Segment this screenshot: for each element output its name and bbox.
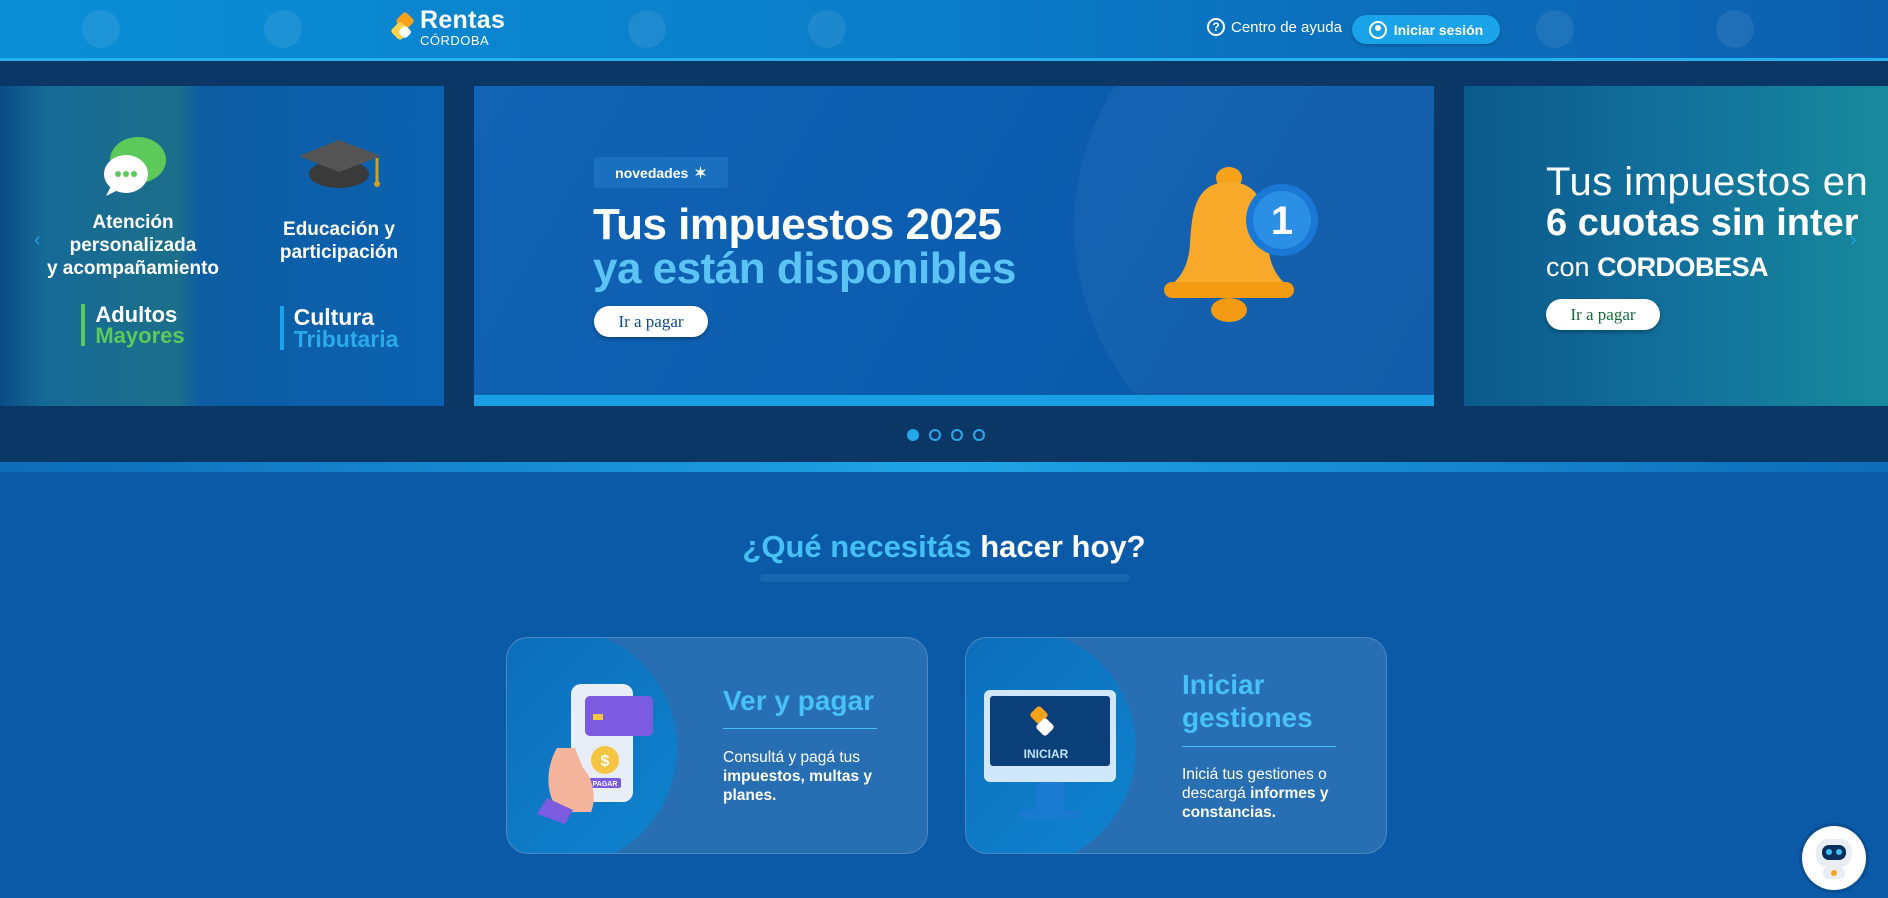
next-slide-line2: 6 cuotas sin inter [1546, 202, 1859, 244]
robot-assistant-icon [1816, 839, 1852, 879]
svg-text:INICIAR: INICIAR [1024, 747, 1069, 761]
user-circle-icon [1368, 20, 1387, 39]
card-title-underline [1182, 746, 1336, 747]
card-title: Iniciar gestiones [1182, 669, 1313, 733]
card-title-underline [723, 728, 877, 729]
chat-bubbles-icon [104, 137, 166, 196]
decor-circle [1536, 10, 1574, 48]
carousel-bottom-bar [0, 462, 1888, 472]
site-header: Rentas CÓRDOBA ? Centro de ayuda Iniciar… [0, 0, 1888, 61]
question-circle-icon: ? [1207, 18, 1225, 36]
cultura-tributaria-logo: Cultura Tributaria [279, 306, 398, 351]
slide-pay-button[interactable]: Ir a pagar [594, 306, 708, 337]
party-popper-icon: ✶ [694, 164, 707, 182]
ver-y-pagar-card[interactable]: $ PAGAR Ver y pagar Consultá y pagá tus … [506, 637, 928, 854]
login-button[interactable]: Iniciar sesión [1352, 15, 1500, 44]
adultos-mayores-logo: Adultos Mayores [81, 304, 185, 347]
chatbot-button[interactable] [1802, 826, 1866, 890]
carousel-slide-active[interactable]: novedades ✶ Tus impuestos 2025 ya están … [474, 86, 1434, 406]
card-title: Ver y pagar [723, 685, 874, 716]
phone-payment-icon: $ PAGAR [537, 684, 653, 824]
education-title: Educación y participación [279, 219, 399, 263]
help-center-label: Centro de ayuda [1231, 18, 1342, 36]
decor-circle [1716, 10, 1754, 48]
carousel-pagination [907, 429, 985, 441]
slide-progress-bar [474, 395, 1434, 406]
carousel-dot-4[interactable] [973, 429, 985, 441]
decor-circle [628, 10, 666, 48]
attention-title: Atención personalizada y acompañamiento [46, 212, 220, 279]
carousel-dot-2[interactable] [929, 429, 941, 441]
card-description: Iniciá tus gestiones o descargá informes… [1182, 766, 1329, 821]
carousel-dot-1[interactable] [907, 429, 919, 441]
next-slide-line1: Tus impuestos en [1546, 160, 1869, 204]
chevron-right-icon[interactable]: › [1850, 229, 1857, 252]
novedades-badge: novedades ✶ [594, 157, 728, 188]
logo-title: Rentas [420, 6, 506, 34]
next-slide-pay-button[interactable]: Ir a pagar [1546, 299, 1660, 330]
slide-title-line2: ya están disponibles [593, 244, 1016, 293]
cordobesa-logo: CORDOBESA [1597, 252, 1769, 282]
education-column: Educación y participación Cultura Tribut… [236, 86, 442, 406]
next-slide-line3: con CORDOBESA [1546, 252, 1769, 282]
notification-bell-icon: 1 [1164, 167, 1318, 322]
site-logo[interactable]: Rentas CÓRDOBA [390, 6, 506, 48]
carousel-slide-prev[interactable]: ‹ Atención personalizada y acompañamient… [0, 86, 444, 406]
svg-text:1: 1 [1271, 199, 1293, 243]
login-label: Iniciar sesión [1393, 21, 1484, 38]
decor-circle [808, 10, 846, 48]
help-center-link[interactable]: ? Centro de ayuda [1207, 18, 1342, 36]
card-description: Consultá y pagá tus impuestos, multas y … [723, 749, 873, 804]
slide-title-line1: Tus impuestos 2025 [593, 200, 1002, 249]
svg-text:$: $ [601, 753, 610, 770]
svg-text:PAGAR: PAGAR [593, 781, 618, 788]
heading-underline [760, 574, 1130, 582]
carousel-slide-next[interactable]: Tus impuestos en 6 cuotas sin inter con … [1464, 86, 1888, 406]
carousel-dot-3[interactable] [951, 429, 963, 441]
decor-circle [264, 10, 302, 48]
graduation-cap-icon [299, 140, 381, 188]
iniciar-gestiones-card[interactable]: INICIAR Iniciar gestiones Iniciá tus ges… [965, 637, 1387, 854]
logo-icon [390, 10, 415, 43]
section-heading: ¿Qué necesitás hacer hoy? [742, 529, 1146, 564]
attention-column: Atención personalizada y acompañamiento … [30, 86, 236, 406]
logo-subtitle: CÓRDOBA [420, 33, 490, 48]
computer-monitor-icon: INICIAR [984, 690, 1116, 818]
decor-circle [82, 10, 120, 48]
